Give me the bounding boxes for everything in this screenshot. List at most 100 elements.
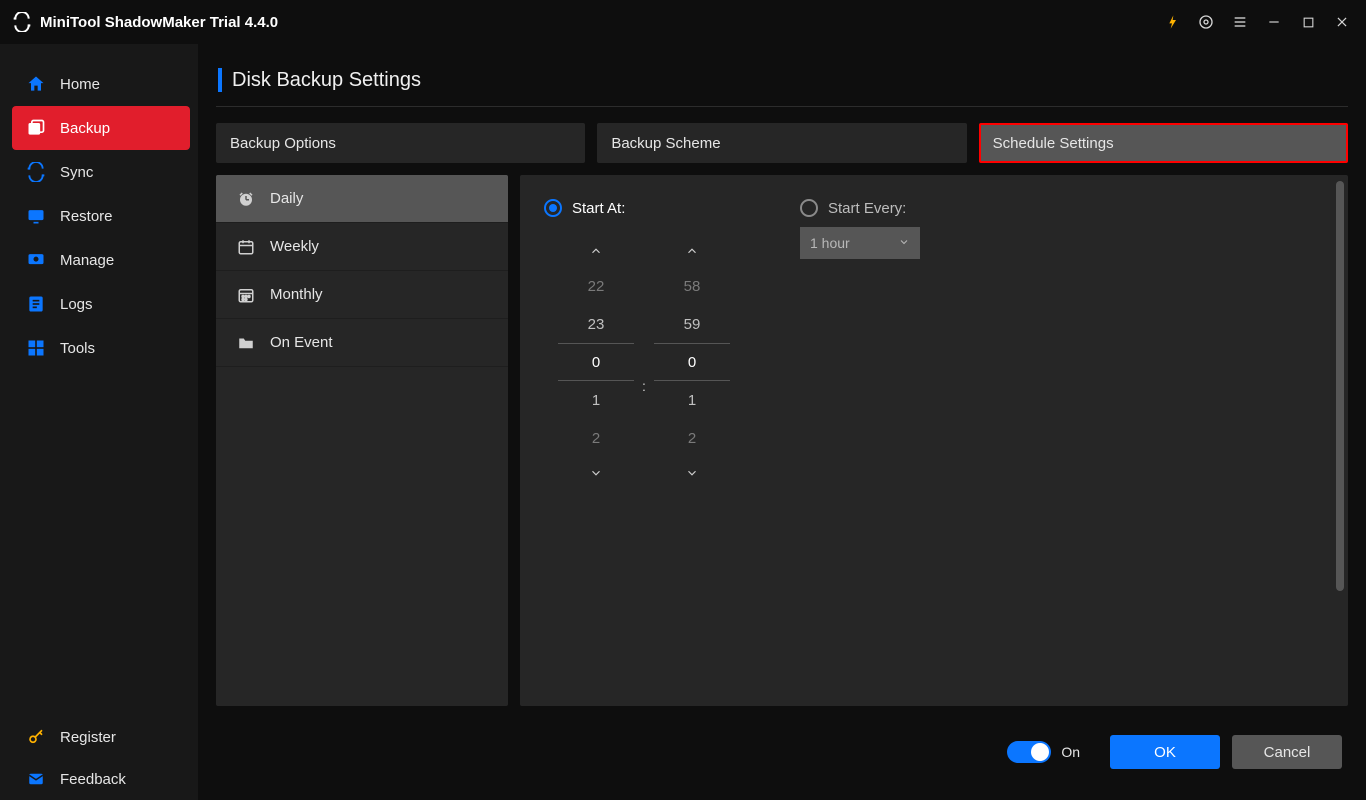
tab-schedule-settings[interactable]: Schedule Settings bbox=[979, 123, 1348, 163]
sidebar-item-label: Backup bbox=[60, 120, 110, 137]
sidebar-item-logs[interactable]: Logs bbox=[0, 282, 198, 326]
help-icon[interactable] bbox=[1192, 8, 1220, 36]
chevron-up-icon bbox=[589, 244, 603, 258]
schedule-panel: Start At: 22 23 0 bbox=[520, 175, 1348, 706]
hour-wheel[interactable]: 22 23 0 1 2 bbox=[558, 235, 634, 489]
sidebar: Home Backup Sync Restore bbox=[0, 44, 198, 800]
minute-value[interactable]: 1 bbox=[654, 381, 730, 419]
home-icon bbox=[26, 74, 46, 94]
title-divider bbox=[216, 106, 1348, 107]
sidebar-item-label: Home bbox=[60, 76, 100, 93]
minimize-icon[interactable] bbox=[1260, 8, 1288, 36]
calendar-week-icon bbox=[236, 237, 256, 257]
minute-value[interactable]: 2 bbox=[654, 419, 730, 457]
radio-label: Start Every: bbox=[828, 200, 906, 217]
menu-icon[interactable] bbox=[1226, 8, 1254, 36]
sidebar-item-label: Feedback bbox=[60, 771, 126, 788]
sidebar-nav: Home Backup Sync Restore bbox=[0, 62, 198, 370]
sync-icon bbox=[26, 162, 46, 182]
sidebar-item-label: Register bbox=[60, 729, 116, 746]
hour-value[interactable]: 22 bbox=[558, 267, 634, 305]
start-every-select[interactable]: 1 hour bbox=[800, 227, 920, 259]
page-title-row: Disk Backup Settings bbox=[218, 68, 1348, 92]
tools-icon bbox=[26, 338, 46, 358]
radio-start-every[interactable]: Start Every: bbox=[800, 199, 920, 217]
minute-wheel[interactable]: 58 59 0 1 2 bbox=[654, 235, 730, 489]
cancel-button[interactable]: Cancel bbox=[1232, 735, 1342, 769]
chevron-down-icon bbox=[685, 466, 699, 480]
radio-start-at[interactable]: Start At: bbox=[544, 199, 730, 217]
sidebar-item-label: Manage bbox=[60, 252, 114, 269]
sidebar-item-label: Tools bbox=[60, 340, 95, 357]
freq-item-monthly[interactable]: Monthly bbox=[216, 271, 508, 319]
select-value: 1 hour bbox=[810, 235, 850, 251]
tab-backup-scheme[interactable]: Backup Scheme bbox=[597, 123, 966, 163]
radio-label: Start At: bbox=[572, 200, 625, 217]
schedule-toggle[interactable]: On bbox=[1007, 741, 1080, 763]
backup-icon bbox=[26, 118, 46, 138]
ok-button[interactable]: OK bbox=[1110, 735, 1220, 769]
app-logo-icon bbox=[12, 12, 32, 32]
folder-icon bbox=[236, 333, 256, 353]
sidebar-item-register[interactable]: Register bbox=[0, 716, 198, 758]
mail-icon bbox=[26, 769, 46, 789]
maximize-icon[interactable] bbox=[1294, 8, 1322, 36]
hour-value[interactable]: 23 bbox=[558, 305, 634, 343]
restore-icon bbox=[26, 206, 46, 226]
freq-label: Weekly bbox=[270, 238, 319, 255]
tab-backup-options[interactable]: Backup Options bbox=[216, 123, 585, 163]
chevron-down-icon bbox=[898, 235, 910, 251]
title-accent bbox=[218, 68, 222, 92]
hour-value-selected[interactable]: 0 bbox=[558, 343, 634, 381]
title-bar: MiniTool ShadowMaker Trial 4.4.0 bbox=[0, 0, 1366, 44]
main-area: Disk Backup Settings Backup Options Back… bbox=[198, 44, 1366, 800]
sidebar-item-home[interactable]: Home bbox=[0, 62, 198, 106]
sidebar-item-sync[interactable]: Sync bbox=[0, 150, 198, 194]
time-picker: 22 23 0 1 2 bbox=[558, 235, 730, 489]
freq-item-daily[interactable]: Daily bbox=[216, 175, 508, 223]
sidebar-item-feedback[interactable]: Feedback bbox=[0, 758, 198, 800]
radio-icon bbox=[800, 199, 818, 217]
minute-value-selected[interactable]: 0 bbox=[654, 343, 730, 381]
sidebar-item-label: Sync bbox=[60, 164, 93, 181]
minute-value[interactable]: 59 bbox=[654, 305, 730, 343]
upgrade-icon[interactable] bbox=[1158, 8, 1186, 36]
tab-label: Backup Scheme bbox=[611, 135, 720, 152]
page-title: Disk Backup Settings bbox=[232, 69, 421, 92]
scrollbar[interactable] bbox=[1336, 181, 1344, 591]
radio-icon bbox=[544, 199, 562, 217]
settings-tabs: Backup Options Backup Scheme Schedule Se… bbox=[216, 123, 1348, 163]
freq-item-onevent[interactable]: On Event bbox=[216, 319, 508, 367]
freq-label: Monthly bbox=[270, 286, 323, 303]
minute-up-button[interactable] bbox=[654, 235, 730, 267]
freq-label: Daily bbox=[270, 190, 303, 207]
toggle-switch[interactable] bbox=[1007, 741, 1051, 763]
sidebar-item-restore[interactable]: Restore bbox=[0, 194, 198, 238]
minute-value[interactable]: 58 bbox=[654, 267, 730, 305]
frequency-list: Daily Weekly Monthly bbox=[216, 175, 508, 706]
hour-up-button[interactable] bbox=[558, 235, 634, 267]
hour-down-button[interactable] bbox=[558, 457, 634, 489]
clock-icon bbox=[236, 189, 256, 209]
key-icon bbox=[26, 727, 46, 747]
sidebar-item-backup[interactable]: Backup bbox=[12, 106, 190, 150]
minute-down-button[interactable] bbox=[654, 457, 730, 489]
sidebar-item-manage[interactable]: Manage bbox=[0, 238, 198, 282]
start-every-block: Start Every: 1 hour bbox=[800, 199, 920, 259]
sidebar-item-label: Logs bbox=[60, 296, 93, 313]
freq-item-weekly[interactable]: Weekly bbox=[216, 223, 508, 271]
hour-value[interactable]: 2 bbox=[558, 419, 634, 457]
chevron-up-icon bbox=[685, 244, 699, 258]
sidebar-item-tools[interactable]: Tools bbox=[0, 326, 198, 370]
hour-value[interactable]: 1 bbox=[558, 381, 634, 419]
manage-icon bbox=[26, 250, 46, 270]
app-title: MiniTool ShadowMaker Trial 4.4.0 bbox=[12, 12, 278, 32]
logs-icon bbox=[26, 294, 46, 314]
calendar-month-icon bbox=[236, 285, 256, 305]
toggle-label: On bbox=[1061, 744, 1080, 760]
chevron-down-icon bbox=[589, 466, 603, 480]
start-at-block: Start At: 22 23 0 bbox=[544, 199, 730, 489]
close-icon[interactable] bbox=[1328, 8, 1356, 36]
app-title-text: MiniTool ShadowMaker Trial 4.4.0 bbox=[40, 14, 278, 31]
freq-label: On Event bbox=[270, 334, 333, 351]
